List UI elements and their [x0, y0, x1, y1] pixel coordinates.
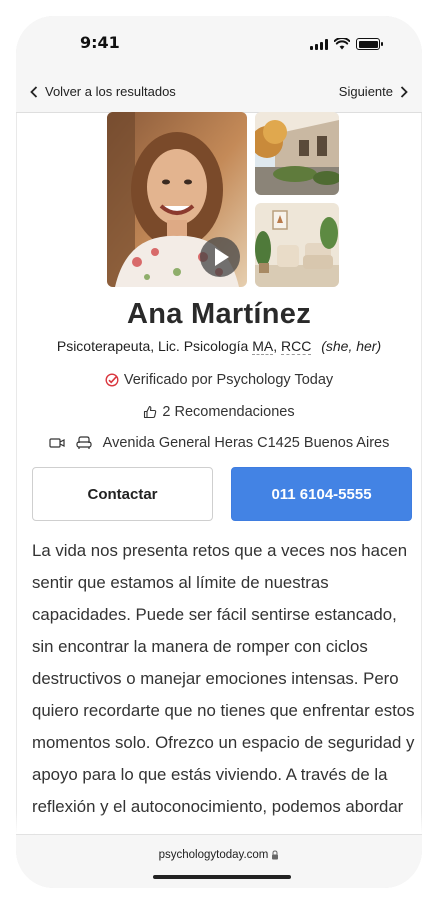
- therapist-title: Psicoterapeuta, Lic. Psicología MA, RCC …: [56, 338, 382, 355]
- battery-icon: [356, 38, 383, 50]
- lock-icon: [272, 850, 279, 860]
- address: Avenida General Heras C1425 Buenos Aires: [16, 435, 422, 451]
- address-bar[interactable]: psychologytoday.com: [16, 849, 422, 861]
- therapist-name: Ana Martínez: [126, 298, 312, 330]
- verified-badge[interactable]: Verificado por Psychology Today: [16, 372, 422, 388]
- verified-text: Verificado por Psychology Today: [123, 372, 334, 388]
- status-bar: 9:41: [16, 16, 422, 70]
- credential-rcc[interactable]: RCC: [280, 338, 312, 355]
- phone-screen: 9:41 Volver a los resultados Siguiente A…: [16, 16, 422, 888]
- bio-text: La vida nos presenta retos que a veces n…: [32, 541, 415, 848]
- chevron-left-icon: [30, 85, 38, 98]
- wifi-icon: [334, 38, 350, 50]
- verified-check-icon: [105, 373, 119, 387]
- title-text: Psicoterapeuta, Lic. Psicología: [56, 338, 249, 354]
- office-interior-photo[interactable]: [255, 203, 339, 287]
- recommendations[interactable]: 2 Recomendaciones: [16, 404, 422, 420]
- url-text: psychologytoday.com: [158, 849, 269, 861]
- back-label: Volver a los resultados: [45, 84, 176, 99]
- signal-icon: [310, 39, 328, 50]
- pronouns: (she, her): [321, 338, 382, 354]
- profile-photo[interactable]: [107, 112, 247, 287]
- recommendations-text: 2 Recomendaciones: [162, 404, 295, 420]
- office-exterior-photo[interactable]: [255, 112, 339, 195]
- next-link[interactable]: Siguiente: [339, 84, 408, 99]
- play-video-icon[interactable]: [200, 237, 240, 277]
- status-icons: [310, 38, 383, 50]
- contact-button[interactable]: Contactar: [32, 467, 213, 521]
- video-icon: [49, 438, 65, 448]
- status-time: 9:41: [80, 33, 120, 52]
- credential-ma[interactable]: MA: [252, 338, 274, 355]
- chevron-right-icon: [400, 85, 408, 98]
- content-fade: [16, 812, 422, 834]
- home-indicator[interactable]: [153, 875, 291, 879]
- in-person-icon: [76, 436, 92, 449]
- phone-button[interactable]: 011 6104-5555: [231, 467, 412, 521]
- back-to-results-link[interactable]: Volver a los resultados: [30, 84, 176, 99]
- results-nav: Volver a los resultados Siguiente: [16, 70, 422, 113]
- next-label: Siguiente: [338, 84, 393, 99]
- browser-bar: psychologytoday.com: [16, 834, 422, 888]
- thumbs-up-icon: [144, 405, 157, 419]
- address-text: Avenida General Heras C1425 Buenos Aires: [102, 435, 390, 451]
